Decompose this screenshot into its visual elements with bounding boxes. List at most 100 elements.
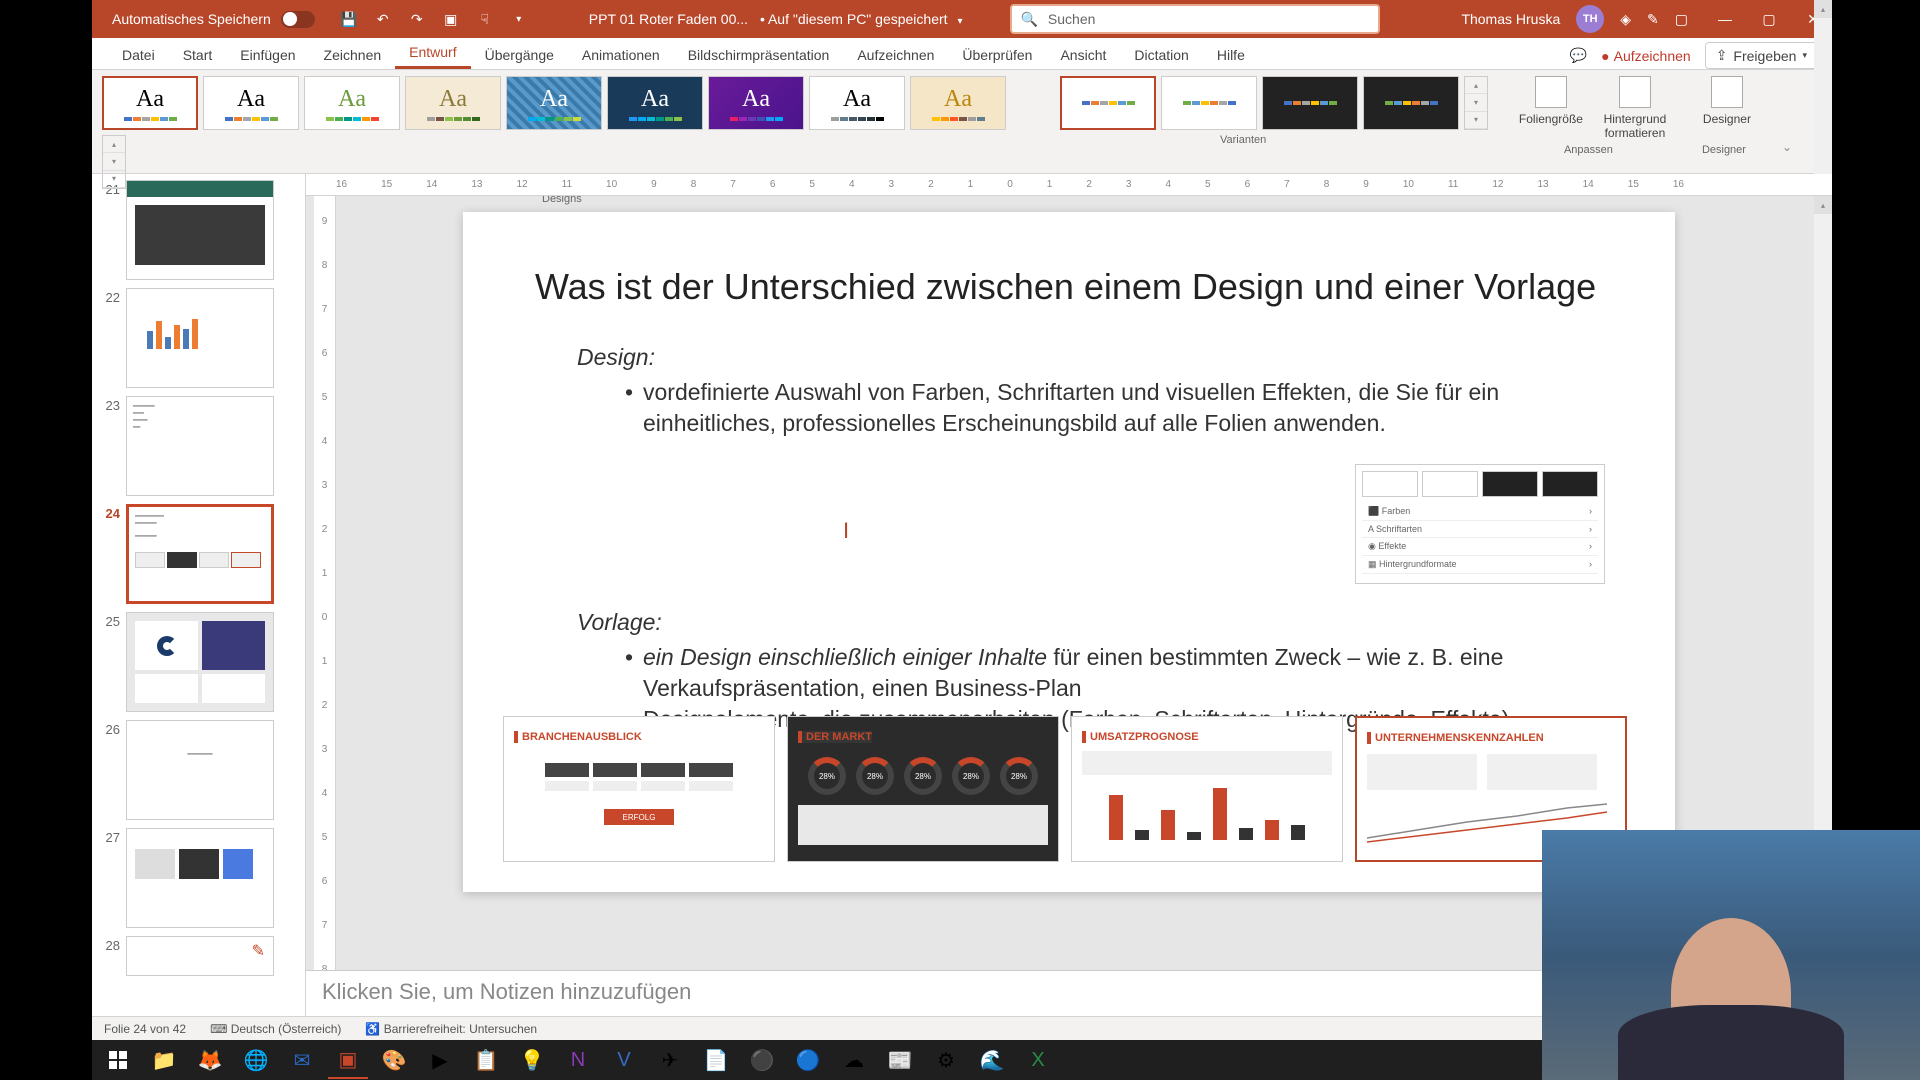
slide-thumb-current[interactable]: ━━━━━━━━━━━━━━━━━━━━ [126,504,274,604]
design-label[interactable]: Design: [577,344,1603,371]
save-icon[interactable]: 💾 [339,9,359,29]
tab-animationen[interactable]: Animationen [568,41,674,69]
theme-item[interactable]: Aa [607,76,703,130]
slide-thumbnails-panel[interactable]: ▴ 21 22 23━━━━━━━━━━━━━━━ 24━━━━━━━━━━━━… [92,174,306,1016]
variant-item[interactable] [1060,76,1156,130]
slide-thumb[interactable]: ✎ [126,936,274,976]
share-button[interactable]: ⇪Freigeben ▾ [1705,42,1818,69]
text-cursor: I [843,518,849,544]
edge-icon[interactable]: 🌊 [972,1041,1012,1079]
tab-bildschirm[interactable]: Bildschirmpräsentation [674,41,844,69]
tab-dictation[interactable]: Dictation [1120,41,1202,69]
app-icon[interactable]: 💡 [512,1041,552,1079]
vorlage-bullet-1[interactable]: ein Design einschließlich einiger Inhalt… [625,642,1603,704]
template-thumbnails: BRANCHENAUSBLICK ERFOLG DER MARKT UMSATZ… [503,716,1627,862]
variant-item[interactable] [1363,76,1459,130]
tab-aufzeichnen[interactable]: Aufzeichnen [843,41,948,69]
record-button[interactable]: ● Aufzeichnen [1601,48,1691,64]
accessibility-status[interactable]: ♿ Barrierefreiheit: Untersuchen [365,1022,537,1036]
app-icon[interactable]: ☁ [834,1041,874,1079]
slide-content[interactable]: Was ist der Unterschied zwischen einem D… [463,212,1675,892]
powerpoint-icon[interactable]: ▣ [328,1041,368,1079]
theme-item[interactable]: Aa [506,76,602,130]
language-status[interactable]: ⌨ Deutsch (Österreich) [210,1022,341,1036]
app-icon[interactable]: 🔵 [788,1041,828,1079]
tab-ansicht[interactable]: Ansicht [1046,41,1120,69]
slide-thumb[interactable] [126,828,274,928]
vlc-icon[interactable]: ▶ [420,1041,460,1079]
theme-item[interactable]: Aa [102,76,198,130]
tab-zeichnen[interactable]: Zeichnen [310,41,396,69]
visio-icon[interactable]: V [604,1041,644,1079]
undo-icon[interactable]: ↶ [373,9,393,29]
start-button[interactable] [98,1041,138,1079]
slide-counter[interactable]: Folie 24 von 42 [104,1022,186,1036]
chrome-icon[interactable]: 🌐 [236,1041,276,1079]
outlook-icon[interactable]: ✉ [282,1041,322,1079]
search-input[interactable]: 🔍 Suchen [1010,4,1380,34]
toggle-switch[interactable] [281,11,315,28]
pen-icon[interactable]: ✎ [1647,11,1659,28]
maximize-button[interactable]: ▢ [1758,8,1780,30]
theme-item[interactable]: Aa [405,76,501,130]
variant-item[interactable] [1161,76,1257,130]
explorer-icon[interactable]: 📁 [144,1041,184,1079]
ribbon-content: Aa Aa Aa Aa Aa Aa Aa Aa Aa ▴▾▾ Designs ▴… [92,70,1832,174]
autosave-toggle[interactable]: Automatisches Speichern [112,11,315,28]
collapse-ribbon-icon[interactable]: ⌄ [1782,140,1792,154]
slide-thumb[interactable] [126,288,274,388]
user-name[interactable]: Thomas Hruska [1461,11,1560,27]
slide-thumb[interactable] [126,180,274,280]
avatar[interactable]: TH [1576,5,1604,33]
tab-hilfe[interactable]: Hilfe [1203,41,1259,69]
qat-more-icon[interactable]: ▾ [509,9,529,29]
settings-icon[interactable]: ⚙ [926,1041,966,1079]
diamond-icon[interactable]: ◈ [1620,11,1631,28]
variant-item[interactable] [1262,76,1358,130]
theme-item[interactable]: Aa [809,76,905,130]
comments-icon[interactable]: 💬 [1570,47,1587,64]
slide-title[interactable]: Was ist der Unterschied zwischen einem D… [535,266,1603,308]
redo-icon[interactable]: ↷ [407,9,427,29]
obs-icon[interactable]: ⚫ [742,1041,782,1079]
firefox-icon[interactable]: 🦊 [190,1041,230,1079]
designer-button[interactable]: Designer [1690,76,1764,126]
telegram-icon[interactable]: ✈ [650,1041,690,1079]
slide-thumb[interactable]: ━━━━━━━ [126,720,274,820]
app-icon[interactable]: 🎨 [374,1041,414,1079]
touch-icon[interactable]: ☟ [475,9,495,29]
theme-gallery-more[interactable]: ▴▾▾ [102,135,126,189]
tab-datei[interactable]: Datei [108,41,169,69]
app-icon[interactable]: 📰 [880,1041,920,1079]
theme-item[interactable]: Aa [203,76,299,130]
slide-thumb[interactable] [126,612,274,712]
minimize-button[interactable]: — [1714,8,1736,30]
app-icon[interactable]: 📋 [466,1041,506,1079]
vorlage-label[interactable]: Vorlage: [577,609,1603,636]
present-icon[interactable]: ▣ [441,9,461,29]
slide-size-button[interactable]: Foliengröße [1514,76,1588,140]
titlebar: Automatisches Speichern 💾 ↶ ↷ ▣ ☟ ▾ PPT … [92,0,1832,38]
tab-einfuegen[interactable]: Einfügen [226,41,309,69]
webcam-overlay [1542,830,1920,1080]
tab-start[interactable]: Start [169,41,227,69]
theme-item[interactable]: Aa [304,76,400,130]
chevron-down-icon[interactable]: ▾ [957,16,962,27]
doc-title[interactable]: PPT 01 Roter Faden 00... • Auf "diesem P… [589,11,963,27]
window-icon[interactable]: ▢ [1675,11,1688,28]
tab-ueberpruefen[interactable]: Überprüfen [948,41,1046,69]
theme-item[interactable]: Aa [910,76,1006,130]
slide-thumb[interactable]: ━━━━━━━━━━━━━━━ [126,396,274,496]
tab-entwurf[interactable]: Entwurf [395,38,470,69]
format-background-button[interactable]: Hintergrund formatieren [1598,76,1672,140]
variants-more[interactable]: ▴▾▾ [1464,76,1488,130]
app-icon[interactable]: 📄 [696,1041,736,1079]
onenote-icon[interactable]: N [558,1041,598,1079]
theme-item[interactable]: Aa [708,76,804,130]
template-thumb: DER MARKT [787,716,1059,862]
customize-group: Foliengröße Hintergrund formatieren Anpa… [1514,76,1672,158]
excel-icon[interactable]: X [1018,1041,1058,1079]
inset-variants-image: ⬛ Farben› A Schriftarten› ◉ Effekte› ▦ H… [1355,464,1605,584]
design-bullet[interactable]: vordefinierte Auswahl von Farben, Schrif… [625,377,1603,439]
tab-uebergaenge[interactable]: Übergänge [471,41,568,69]
